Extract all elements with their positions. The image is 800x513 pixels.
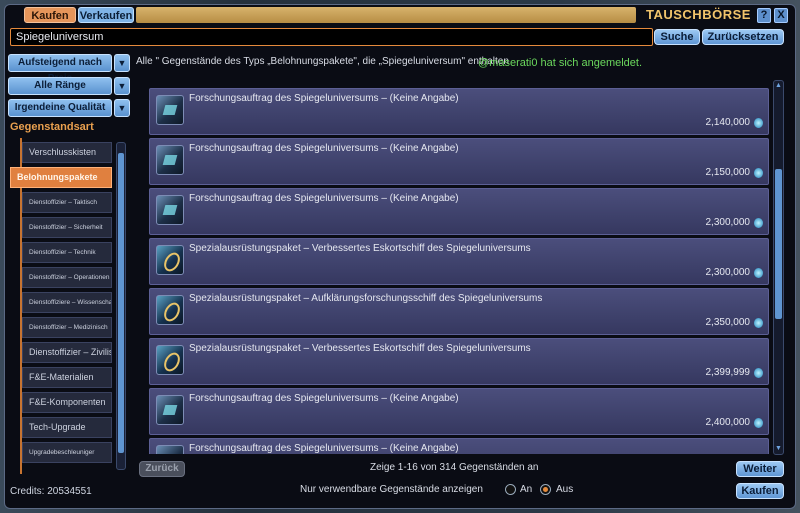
category-scrollbar[interactable]: [116, 142, 126, 470]
result-name: Forschungsauftrag des Spiegeluniversums …: [189, 443, 459, 454]
energy-credit-icon: [754, 268, 763, 278]
category-item[interactable]: Belohnungspakete: [10, 167, 112, 188]
category-item[interactable]: Dienstoffizier – Operationen: [22, 267, 112, 288]
result-price: 2,399,999: [705, 367, 751, 378]
scroll-down-icon[interactable]: ▼: [774, 444, 783, 454]
research-assignment-icon: [156, 145, 184, 175]
results-scrollbar[interactable]: ▲ ▼: [773, 80, 784, 455]
result-row[interactable]: Forschungsauftrag des Spiegeluniversums …: [149, 138, 769, 185]
title-bar-drag-handle[interactable]: [136, 7, 636, 23]
result-price: 2,150,000: [705, 167, 751, 178]
tab-sell[interactable]: Verkaufen: [78, 7, 134, 23]
energy-credit-icon: [754, 118, 763, 128]
result-row[interactable]: Forschungsauftrag des Spiegeluniversums …: [149, 388, 769, 435]
result-name: Forschungsauftrag des Spiegeluniversums …: [189, 193, 459, 204]
quality-dropdown-arrow-icon[interactable]: ▼: [114, 99, 130, 117]
category-item[interactable]: Dienstoffizier – Zivilist: [22, 342, 112, 363]
game-background: Kaufen Verkaufen TAUSCHBÖRSE ? X Spiegel…: [0, 0, 800, 513]
result-price: 2,350,000: [705, 317, 751, 328]
pagination-status: Zeige 1-16 von 314 Gegenständen an: [370, 462, 539, 473]
results-scrollbar-thumb[interactable]: [775, 169, 782, 319]
result-price: 2,140,000: [705, 117, 751, 128]
energy-credit-icon: [754, 368, 763, 378]
energy-credit-icon: [754, 218, 763, 228]
results-description: Alle " Gegenstände des Typs „Belohnungsp…: [136, 56, 509, 67]
search-button[interactable]: Suche: [654, 29, 700, 45]
energy-credit-icon: [754, 418, 763, 428]
result-row[interactable]: Spezialausrüstungspaket – Verbessertes E…: [149, 238, 769, 285]
usable-off-label: Aus: [556, 484, 574, 495]
category-list: Verschlusskisten Belohnungspakete Dienstof…: [8, 138, 132, 474]
result-name: Forschungsauftrag des Spiegeluniversums …: [189, 143, 459, 154]
category-item[interactable]: Verschlusskisten: [22, 142, 112, 163]
category-item[interactable]: Dienstoffizier – Taktisch: [22, 192, 112, 213]
buy-button[interactable]: Kaufen: [736, 483, 784, 499]
equipment-pack-icon: [156, 345, 184, 375]
reset-button[interactable]: Zurücksetzen: [702, 29, 784, 45]
result-price: 2,300,000: [705, 217, 751, 228]
energy-credit-icon: [754, 318, 763, 328]
result-name: Forschungsauftrag des Spiegeluniversums …: [189, 93, 459, 104]
category-item[interactable]: Tech-Upgrade: [22, 417, 112, 438]
search-input[interactable]: Spiegeluniversum: [10, 28, 653, 46]
sort-dropdown[interactable]: Aufsteigend nach Preis: [8, 54, 112, 84]
result-row[interactable]: Forschungsauftrag des Spiegeluniversums …: [149, 438, 769, 454]
category-item[interactable]: Dienstoffizier – Sicherheit: [22, 217, 112, 238]
result-row[interactable]: Spezialausrüstungspaket – Aufklärungsfor…: [149, 288, 769, 335]
category-item[interactable]: Dienstoffiziere – Wissenschaft: [22, 292, 112, 313]
equipment-pack-icon: [156, 295, 184, 325]
category-title: Gegenstandsart: [10, 121, 94, 133]
category-item[interactable]: Dienstoffizier – Technik: [22, 242, 112, 263]
window-title: TAUSCHBÖRSE: [646, 7, 751, 22]
rank-dropdown-arrow-icon[interactable]: ▼: [114, 77, 130, 95]
result-row[interactable]: Forschungsauftrag des Spiegeluniversums …: [149, 88, 769, 135]
next-button[interactable]: Weiter: [736, 461, 784, 477]
research-assignment-icon: [156, 95, 184, 125]
category-scrollbar-thumb[interactable]: [118, 153, 124, 453]
category-item[interactable]: F&E-Komponenten: [22, 392, 112, 413]
result-name: Forschungsauftrag des Spiegeluniversums …: [189, 393, 459, 404]
result-price: 2,300,000: [705, 267, 751, 278]
scroll-up-icon[interactable]: ▲: [774, 81, 783, 91]
usable-on-label: An: [520, 484, 533, 495]
usable-off-radio[interactable]: [540, 484, 551, 495]
quality-dropdown[interactable]: Irgendeine Qualität: [8, 99, 112, 117]
sort-dropdown-arrow-icon[interactable]: ▼: [114, 54, 130, 72]
usable-only-label: Nur verwendbare Gegenstände anzeigen: [300, 484, 483, 495]
credits-display: Credits: 20534551: [10, 486, 92, 497]
result-price: 2,400,000: [705, 417, 751, 428]
result-name: Spezialausrüstungspaket – Verbessertes E…: [189, 243, 531, 254]
close-button[interactable]: X: [774, 8, 788, 23]
category-item[interactable]: Upgradebeschleuniger: [22, 442, 112, 463]
result-name: Spezialausrüstungspaket – Aufklärungsfor…: [189, 293, 543, 304]
usable-on-radio[interactable]: [505, 484, 516, 495]
results-list: Forschungsauftrag des Spiegeluniversums …: [149, 68, 769, 454]
rank-dropdown[interactable]: Alle Ränge: [8, 77, 112, 95]
result-name: Spezialausrüstungspaket – Verbessertes E…: [189, 343, 531, 354]
result-row[interactable]: Spezialausrüstungspaket – Verbessertes E…: [149, 338, 769, 385]
research-assignment-icon: [156, 445, 184, 454]
category-item[interactable]: F&E-Materialien: [22, 367, 112, 388]
category-item[interactable]: Dienstoffizier – Medizinisch: [22, 317, 112, 338]
back-button[interactable]: Zurück: [139, 461, 185, 477]
tab-buy[interactable]: Kaufen: [24, 7, 76, 23]
result-row[interactable]: Forschungsauftrag des Spiegeluniversums …: [149, 188, 769, 235]
research-assignment-icon: [156, 195, 184, 225]
research-assignment-icon: [156, 395, 184, 425]
help-button[interactable]: ?: [757, 8, 771, 23]
energy-credit-icon: [754, 168, 763, 178]
title-bar: Kaufen Verkaufen TAUSCHBÖRSE ? X: [4, 4, 788, 26]
equipment-pack-icon: [156, 245, 184, 275]
